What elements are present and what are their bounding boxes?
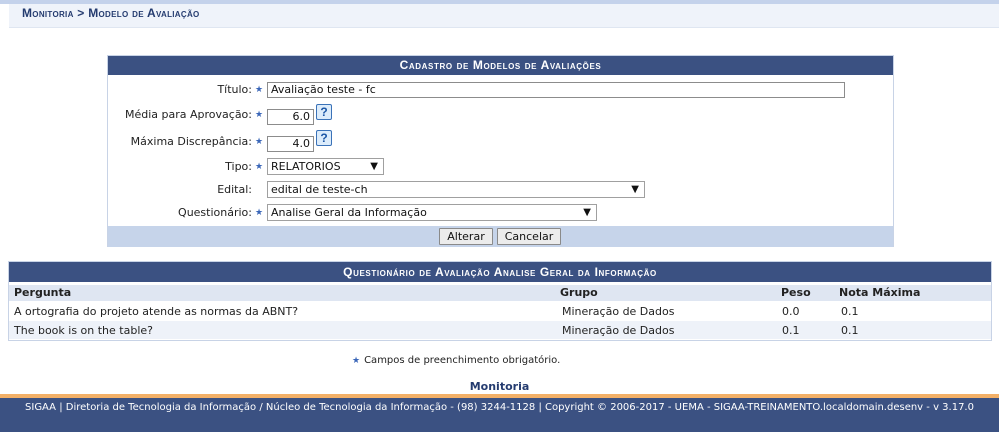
table-header: Pergunta Grupo Peso Nota Máxima xyxy=(9,285,991,301)
cell-grupo: Mineração de Dados xyxy=(562,305,675,318)
questionario-table: Questionário de Avaliação Analise Geral … xyxy=(8,261,992,341)
form-cadastro-modelo: Cadastro de Modelos de Avaliações Título… xyxy=(107,55,894,247)
cell-pergunta: The book is on the table? xyxy=(14,324,153,337)
titulo-input[interactable]: Avaliação teste - fc xyxy=(267,82,845,98)
media-label: Média para Aprovação: xyxy=(124,108,252,121)
cell-pergunta: A ortografia do projeto atende as normas… xyxy=(14,305,299,318)
header-nota-maxima: Nota Máxima xyxy=(839,286,921,299)
footer-monitoria-link[interactable]: Monitoria xyxy=(0,380,999,393)
edital-select[interactable]: edital de teste-ch ▼ xyxy=(267,181,645,198)
header-grupo: Grupo xyxy=(560,286,598,299)
cell-grupo: Mineração de Dados xyxy=(562,324,675,337)
required-legend: ★ Campos de preenchimento obrigatório. xyxy=(352,355,560,366)
help-icon[interactable]: ? xyxy=(316,104,332,120)
required-star-icon: ★ xyxy=(255,137,264,147)
cell-nota-maxima: 0.1 xyxy=(841,324,859,337)
edital-select-value: edital de teste-ch xyxy=(271,183,368,196)
table-row: A ortografia do projeto atende as normas… xyxy=(9,302,991,320)
required-star-icon: ★ xyxy=(255,162,264,172)
header-peso: Peso xyxy=(781,286,811,299)
chevron-down-icon: ▼ xyxy=(583,207,591,218)
header-pergunta: Pergunta xyxy=(14,286,72,299)
alterar-button[interactable]: Alterar xyxy=(439,228,493,245)
titulo-label: Título: xyxy=(217,83,252,96)
required-star-icon: ★ xyxy=(352,356,361,366)
help-icon[interactable]: ? xyxy=(316,130,332,146)
footer: SIGAA | Diretoria de Tecnologia da Infor… xyxy=(0,398,999,432)
edital-label: Edital: xyxy=(217,183,252,196)
required-star-icon: ★ xyxy=(255,208,264,218)
questionario-caption: Questionário de Avaliação Analise Geral … xyxy=(9,262,991,282)
chevron-down-icon: ▼ xyxy=(631,184,639,195)
form-button-row: Alterar Cancelar xyxy=(108,226,893,247)
maxima-input[interactable]: 4.0 xyxy=(267,136,314,152)
required-star-icon: ★ xyxy=(255,85,264,95)
chevron-down-icon: ▼ xyxy=(370,161,378,172)
questionario-select-value: Analise Geral da Informação xyxy=(271,206,427,219)
breadcrumb: Monitoria > Modelo de Avaliação xyxy=(22,6,200,20)
cancelar-button[interactable]: Cancelar xyxy=(497,228,561,245)
media-input[interactable]: 6.0 xyxy=(267,109,314,125)
maxima-label: Máxima Discrepância: xyxy=(130,135,252,148)
cell-peso: 0.0 xyxy=(782,305,800,318)
cell-peso: 0.1 xyxy=(782,324,800,337)
tipo-select-value: RELATORIOS xyxy=(271,160,341,173)
questionario-label: Questionário: xyxy=(178,206,252,219)
questionario-select[interactable]: Analise Geral da Informação ▼ xyxy=(267,204,597,221)
required-legend-text: Campos de preenchimento obrigatório. xyxy=(364,355,561,366)
form-caption: Cadastro de Modelos de Avaliações xyxy=(108,56,893,75)
cell-nota-maxima: 0.1 xyxy=(841,305,859,318)
table-row: The book is on the table? Mineração de D… xyxy=(9,321,991,339)
tipo-select[interactable]: RELATORIOS ▼ xyxy=(267,158,384,175)
required-star-icon: ★ xyxy=(255,110,264,120)
tipo-label: Tipo: xyxy=(225,160,252,173)
